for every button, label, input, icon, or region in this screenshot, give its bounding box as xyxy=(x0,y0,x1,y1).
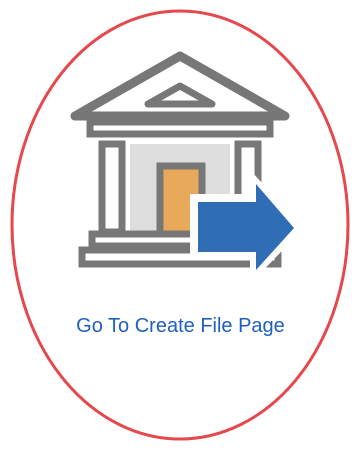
create-file-icon-link[interactable] xyxy=(50,48,310,278)
create-file-card: Go To Create File Page xyxy=(0,0,361,451)
go-to-create-file-page-link[interactable]: Go To Create File Page xyxy=(0,315,361,338)
